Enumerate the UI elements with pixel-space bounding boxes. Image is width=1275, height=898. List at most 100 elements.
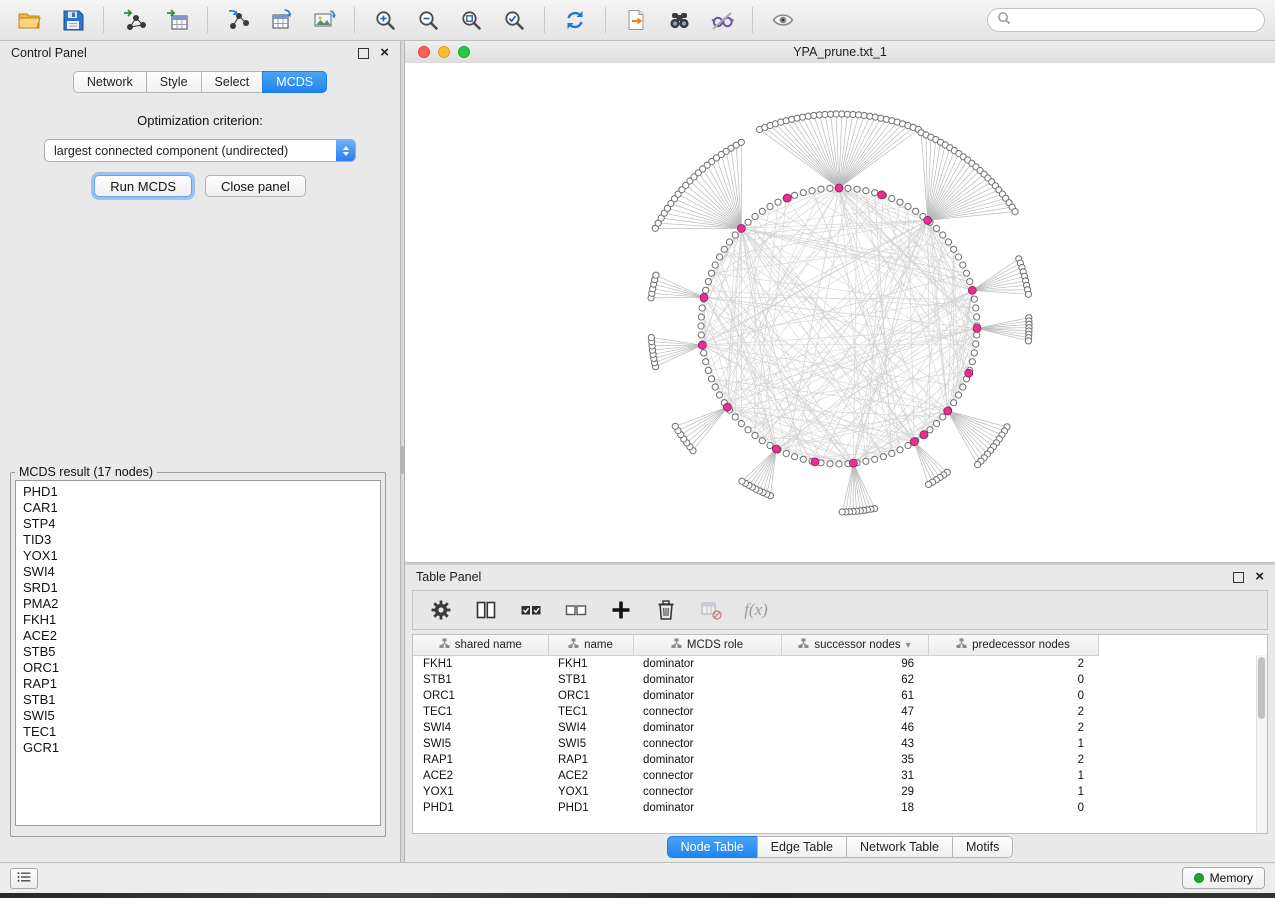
scrollbar-thumb[interactable] — [1258, 657, 1265, 719]
share-document-icon[interactable] — [616, 4, 656, 36]
zoom-in-icon[interactable] — [365, 4, 405, 36]
table-panel-close-icon[interactable]: × — [1255, 572, 1264, 582]
tab-node-table[interactable]: Node Table — [667, 836, 758, 858]
table-panel-tabs: Node TableEdge TableNetwork TableMotifs — [405, 836, 1275, 858]
tab-edge-table[interactable]: Edge Table — [757, 836, 847, 858]
table-row[interactable]: PHD1PHD1dominator180 — [413, 800, 1267, 816]
node-table: shared namenameMCDS rolesuccessor nodes▾… — [412, 634, 1268, 834]
save-session-icon[interactable] — [53, 4, 93, 36]
table-cell: 18 — [781, 800, 928, 816]
table-cell: SWI5 — [413, 736, 548, 752]
new-network-icon[interactable] — [218, 4, 258, 36]
zoom-fit-icon[interactable] — [451, 4, 491, 36]
column-header-mcds-role[interactable]: MCDS role — [633, 635, 781, 656]
mcds-result-item[interactable]: GCR1 — [23, 740, 373, 756]
splitter-handle[interactable] — [401, 446, 404, 474]
mcds-result-group: MCDS result (17 nodes) PHD1CAR1STP4TID3Y… — [10, 465, 386, 837]
table-panel-float-icon[interactable] — [1233, 572, 1244, 583]
find-icon[interactable] — [659, 4, 699, 36]
table-cell — [1098, 768, 1267, 784]
import-network-from-file-icon[interactable] — [114, 4, 154, 36]
mcds-result-item[interactable]: TEC1 — [23, 724, 373, 740]
column-header-predecessor-nodes[interactable]: predecessor nodes — [928, 635, 1098, 656]
table-cell: 0 — [928, 688, 1098, 704]
zoom-selected-icon[interactable] — [494, 4, 534, 36]
mcds-result-item[interactable]: PHD1 — [23, 484, 373, 500]
clear-table-icon[interactable] — [696, 595, 726, 625]
table-cell: 2 — [928, 752, 1098, 768]
run-mcds-button[interactable]: Run MCDS — [94, 175, 192, 197]
zoom-out-icon[interactable] — [408, 4, 448, 36]
memory-button[interactable]: Memory — [1182, 867, 1265, 889]
table-row[interactable]: ACE2ACE2connector311 — [413, 768, 1267, 784]
tab-network-table[interactable]: Network Table — [846, 836, 953, 858]
mcds-result-item[interactable]: YOX1 — [23, 548, 373, 564]
table-cell: connector — [633, 736, 781, 752]
table-cell: 35 — [781, 752, 928, 768]
table-row[interactable]: STB1STB1dominator620 — [413, 672, 1267, 688]
mcds-result-list[interactable]: PHD1CAR1STP4TID3YOX1SWI4SRD1PMA2FKH1ACE2… — [15, 480, 381, 826]
tab-motifs[interactable]: Motifs — [952, 836, 1013, 858]
optimization-dropdown[interactable]: largest connected component (undirected) — [44, 139, 356, 162]
mcds-result-item[interactable]: SWI4 — [23, 564, 373, 580]
table-row[interactable]: ORC1ORC1dominator610 — [413, 688, 1267, 704]
function-builder-icon[interactable]: f(x) — [741, 595, 771, 625]
column-sort-icon — [671, 638, 682, 652]
mcds-result-item[interactable]: SRD1 — [23, 580, 373, 596]
window-close-button[interactable] — [418, 46, 430, 58]
mcds-result-item[interactable]: CAR1 — [23, 500, 373, 516]
mcds-result-item[interactable]: RAP1 — [23, 676, 373, 692]
export-image-icon[interactable] — [304, 4, 344, 36]
split-panel-icon[interactable] — [471, 595, 501, 625]
column-header-successor-nodes[interactable]: successor nodes▾ — [781, 635, 928, 656]
table-row[interactable]: SWI5SWI5connector431 — [413, 736, 1267, 752]
control-panel-close-icon[interactable]: × — [380, 48, 389, 58]
mcds-result-item[interactable]: STB1 — [23, 692, 373, 708]
close-panel-button[interactable]: Close panel — [205, 175, 306, 197]
select-all-icon[interactable] — [516, 595, 546, 625]
column-header-shared-name[interactable]: shared name — [413, 635, 548, 656]
refresh-icon[interactable] — [555, 4, 595, 36]
add-row-icon[interactable] — [606, 595, 636, 625]
window-minimize-button[interactable] — [438, 46, 450, 58]
column-header-name[interactable]: name — [548, 635, 633, 656]
header-filler — [1098, 635, 1267, 656]
import-table-from-file-icon[interactable] — [157, 4, 197, 36]
tab-network[interactable]: Network — [73, 71, 147, 93]
mcds-result-item[interactable]: ACE2 — [23, 628, 373, 644]
table-row[interactable]: RAP1RAP1dominator352 — [413, 752, 1267, 768]
table-row[interactable]: YOX1YOX1connector291 — [413, 784, 1267, 800]
table-row[interactable]: TEC1TEC1connector472 — [413, 704, 1267, 720]
delete-row-icon[interactable] — [651, 595, 681, 625]
mcds-result-item[interactable]: ORC1 — [23, 660, 373, 676]
table-cell: RAP1 — [548, 752, 633, 768]
toolbar-separator — [544, 7, 545, 33]
tab-select[interactable]: Select — [201, 71, 264, 93]
table-row[interactable]: SWI4SWI4dominator462 — [413, 720, 1267, 736]
open-file-icon[interactable] — [10, 4, 50, 36]
new-table-icon[interactable] — [261, 4, 301, 36]
search-box[interactable] — [987, 8, 1265, 32]
tab-mcds[interactable]: MCDS — [262, 71, 327, 93]
network-graph-canvas[interactable] — [405, 63, 1275, 562]
panel-menu-button[interactable] — [10, 868, 38, 889]
glasses-icon[interactable] — [702, 4, 742, 36]
table-scrollbar[interactable] — [1256, 655, 1267, 833]
mcds-result-item[interactable]: STB5 — [23, 644, 373, 660]
table-cell: 1 — [928, 768, 1098, 784]
table-cell: TEC1 — [413, 704, 548, 720]
deselect-all-icon[interactable] — [561, 595, 591, 625]
window-maximize-button[interactable] — [458, 46, 470, 58]
mcds-result-item[interactable]: SWI5 — [23, 708, 373, 724]
settings-icon[interactable] — [426, 595, 456, 625]
eye-icon[interactable] — [763, 4, 803, 36]
mcds-result-item[interactable]: TID3 — [23, 532, 373, 548]
table-row[interactable]: FKH1FKH1dominator962 — [413, 656, 1267, 673]
tab-style[interactable]: Style — [146, 71, 202, 93]
search-input[interactable] — [1011, 12, 1255, 28]
mcds-result-item[interactable]: PMA2 — [23, 596, 373, 612]
mcds-result-item[interactable]: STP4 — [23, 516, 373, 532]
table-cell: 29 — [781, 784, 928, 800]
control-panel-float-icon[interactable] — [358, 48, 369, 59]
mcds-result-item[interactable]: FKH1 — [23, 612, 373, 628]
